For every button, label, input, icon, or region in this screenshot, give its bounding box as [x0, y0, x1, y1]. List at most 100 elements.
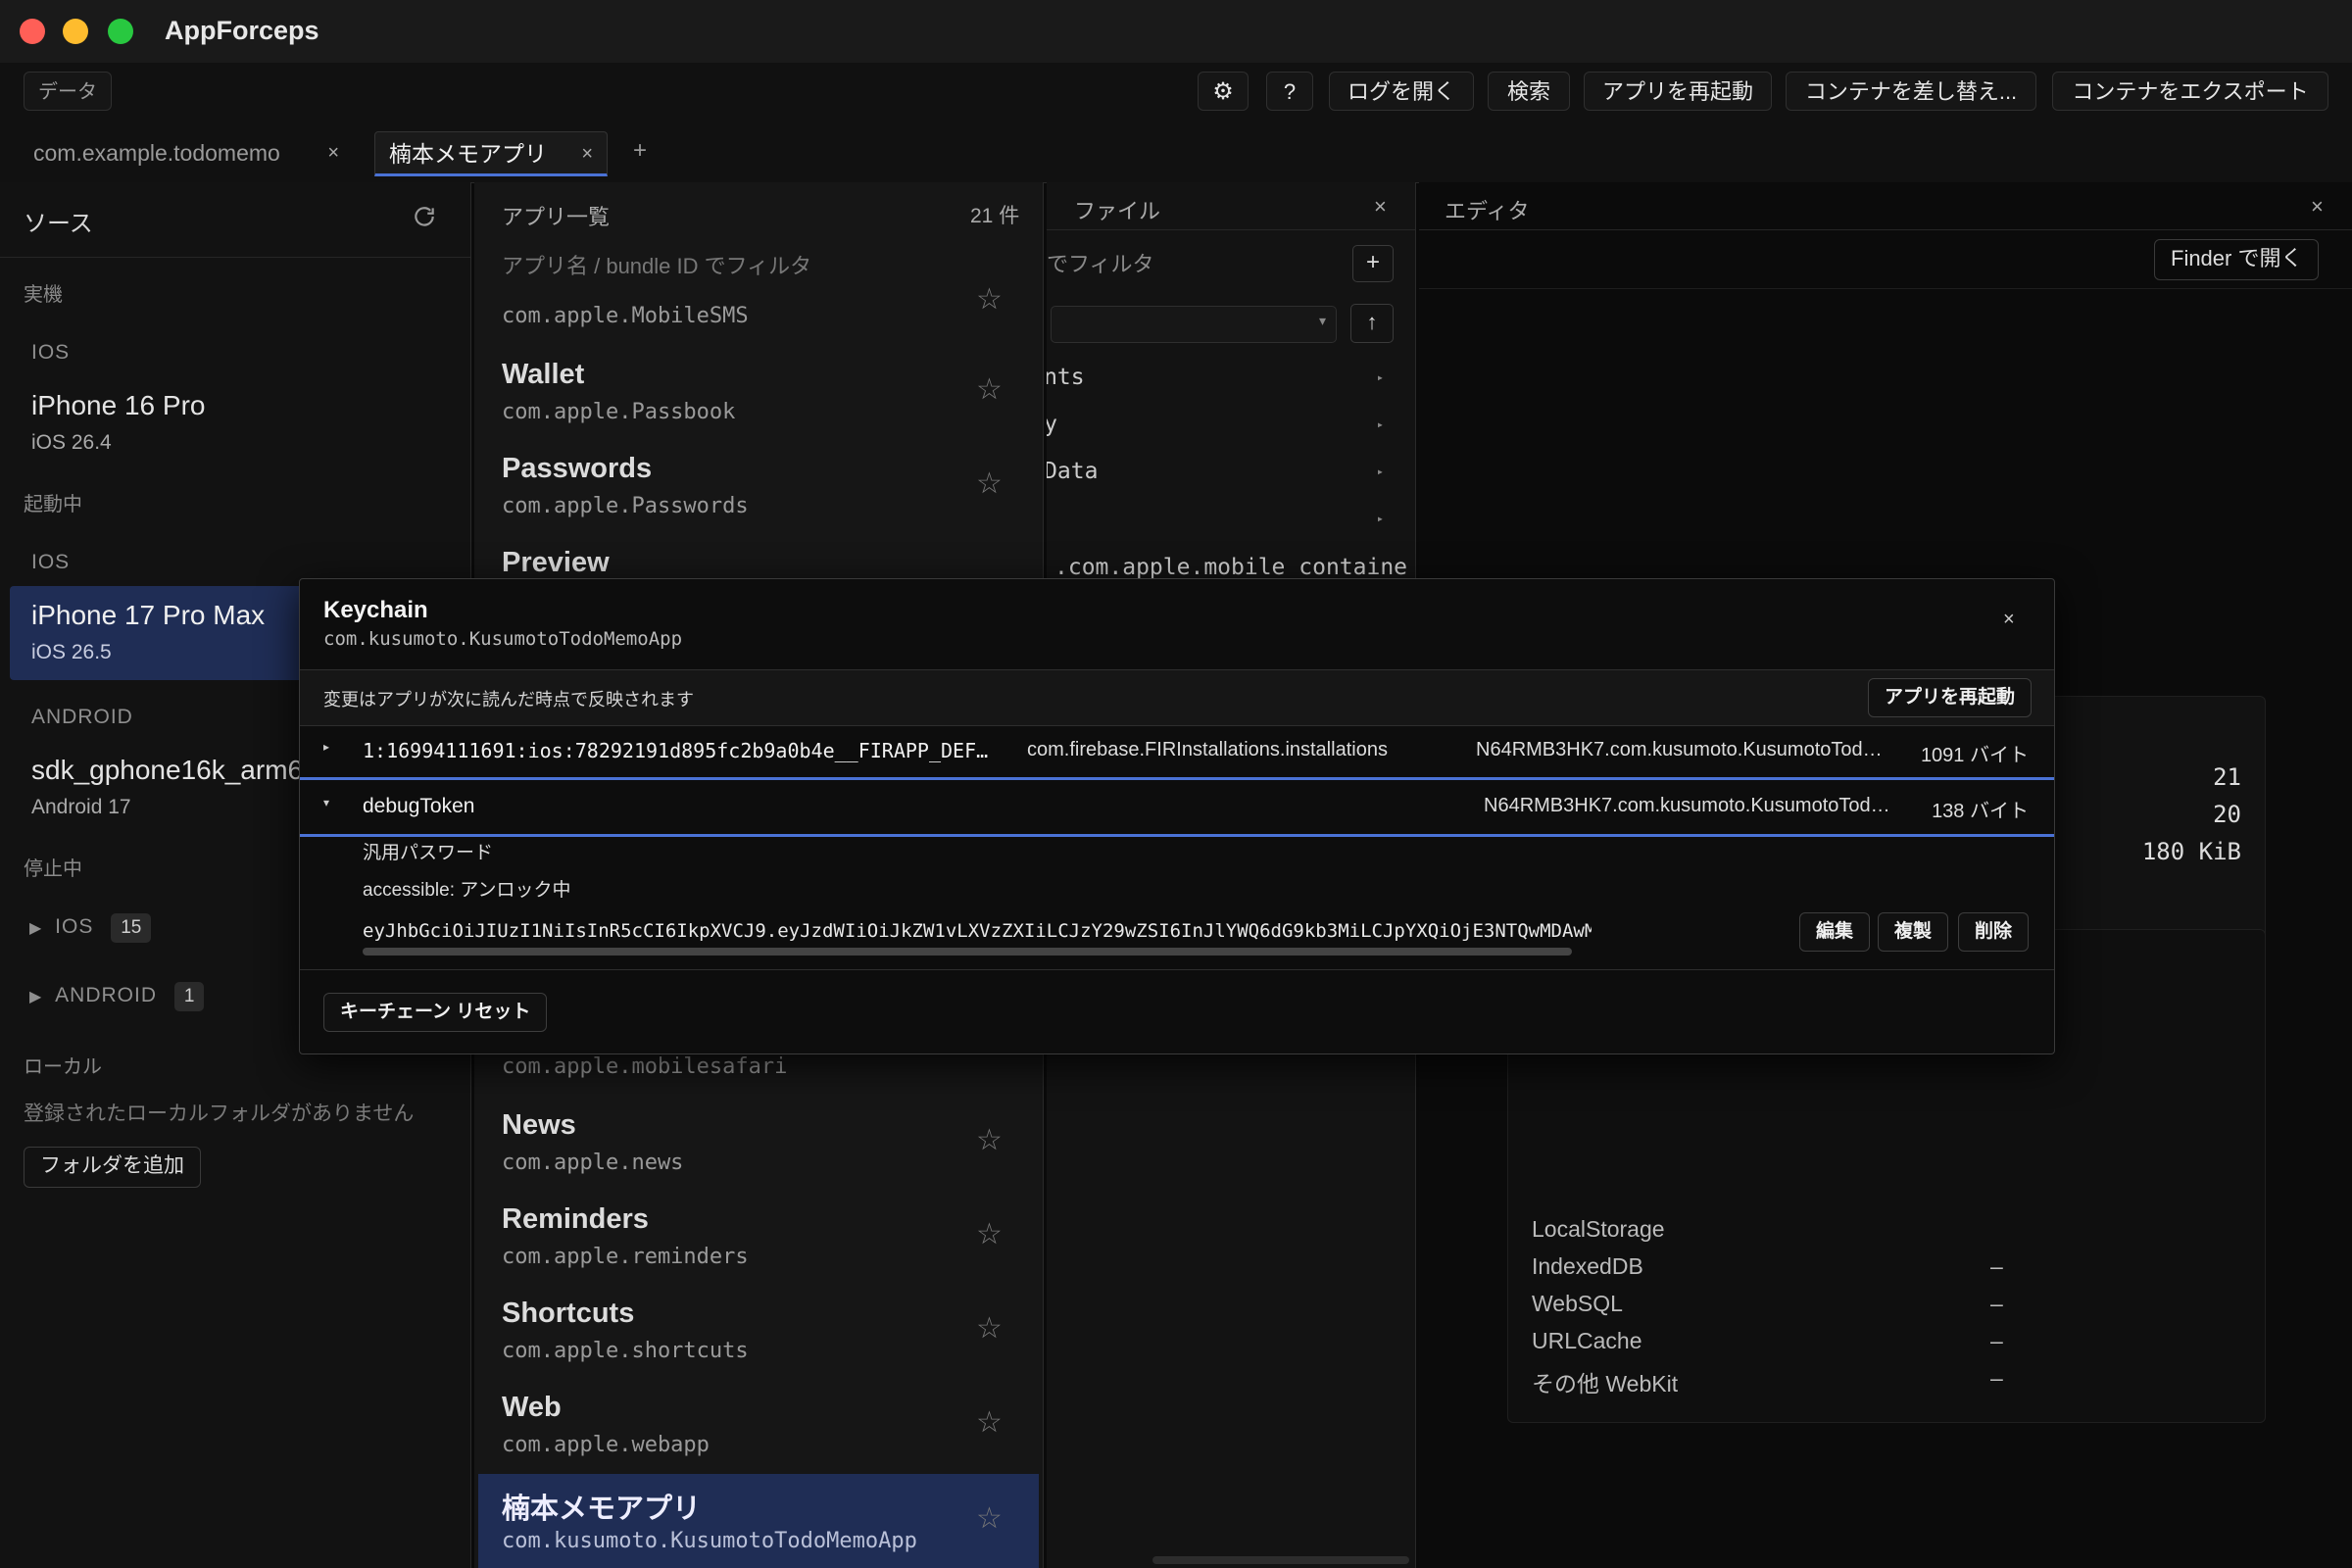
file-row[interactable]: SystemData ▸: [1047, 459, 1384, 484]
star-icon[interactable]: ☆: [976, 466, 1003, 501]
file-row[interactable]: Documents ▸: [1047, 365, 1384, 390]
edit-button[interactable]: 編集: [1799, 912, 1871, 952]
zoom-window-button[interactable]: [108, 19, 133, 44]
app-name: Web: [502, 1392, 562, 1423]
restart-app-button[interactable]: アプリを再起動: [1868, 678, 2033, 717]
group-label: IOS: [55, 915, 94, 938]
star-icon[interactable]: ☆: [976, 1123, 1003, 1157]
search-button[interactable]: 検索: [1488, 72, 1570, 111]
device-name: sdk_gphone16k_arm64: [31, 755, 318, 785]
app-name: Wallet: [502, 359, 585, 390]
file-filter-input[interactable]: でフィルタ: [1047, 247, 1154, 278]
chevron-right-icon: ▸: [1376, 417, 1384, 431]
bundle-id: com.apple.mobilesafari: [502, 1054, 788, 1079]
star-icon[interactable]: ☆: [976, 1501, 1003, 1536]
chevron-right-icon: ▶: [29, 989, 42, 1005]
section-stopped: 停止中: [24, 858, 82, 880]
close-window-button[interactable]: [20, 19, 45, 44]
duplicate-button[interactable]: 複製: [1878, 912, 1949, 952]
item-value[interactable]: eyJhbGciOiJIUzI1NiIsInR5cCI6IkpXVCJ9.eyJ…: [363, 920, 1592, 942]
up-icon[interactable]: ↑: [1350, 304, 1394, 343]
app-count: 21 件: [970, 205, 1020, 227]
help-button[interactable]: ?: [1266, 72, 1313, 111]
app-filter-input[interactable]: アプリ名 / bundle ID でフィルタ: [490, 247, 1027, 286]
panel-title: アプリ一覧: [502, 205, 611, 229]
bundle-id: com.apple.Passwords: [502, 494, 749, 518]
close-icon[interactable]: ×: [327, 131, 339, 174]
keychain-row[interactable]: ▸ 1:16994111691:ios:78292191d895fc2b9a0b…: [300, 726, 2054, 780]
stat-value: 20: [2213, 801, 2241, 828]
dialog-subtitle: com.kusumoto.KusumotoTodoMemoApp: [323, 628, 683, 650]
stat-value: 180 KiB: [2141, 838, 2241, 865]
scrollbar[interactable]: [363, 948, 1572, 956]
item-account: debugToken: [363, 795, 475, 817]
refresh-icon[interactable]: [412, 204, 437, 234]
keychain-row-expanded[interactable]: ▾ debugToken N64RMB3HK7.com.kusumoto.Kus…: [300, 781, 2054, 837]
minimize-window-button[interactable]: [63, 19, 88, 44]
gear-icon[interactable]: ⚙: [1198, 72, 1249, 111]
file-row[interactable]: .com.apple.mobile_container_manager: [1054, 555, 1407, 580]
tab-kusumoto-memo[interactable]: 楠本メモアプリ ×: [374, 131, 608, 176]
section-local: ローカル: [24, 1056, 102, 1078]
chevron-down-icon: ▾: [1318, 313, 1326, 328]
app-name: Shortcuts: [502, 1298, 635, 1329]
close-icon[interactable]: ×: [2003, 609, 2015, 631]
close-icon[interactable]: ×: [581, 132, 593, 175]
item-type: 汎用パスワード: [363, 843, 494, 863]
bundle-id: com.apple.reminders: [502, 1245, 749, 1269]
scrollbar[interactable]: [1152, 1556, 1409, 1564]
data-menu-button[interactable]: データ: [24, 72, 112, 111]
item-access-group: N64RMB3HK7.com.kusumoto.KusumotoTod…: [1476, 739, 1883, 760]
star-icon[interactable]: ☆: [976, 1217, 1003, 1251]
storage-value: –: [1990, 1253, 2003, 1279]
device-name: iPhone 16 Pro: [31, 390, 206, 420]
item-accessible: accessible: アンロック中: [363, 880, 571, 901]
list-item-selected[interactable]: 楠本メモアプリ com.kusumoto.KusumotoTodoMemoApp…: [478, 1474, 1039, 1568]
replace-container-button[interactable]: コンテナを差し替え...: [1786, 72, 2036, 111]
app-title: AppForceps: [165, 16, 319, 45]
storage-label: WebSQL: [1532, 1291, 1623, 1316]
delete-button[interactable]: 削除: [1958, 912, 2030, 952]
restart-app-button[interactable]: アプリを再起動: [1584, 72, 1772, 111]
export-container-button[interactable]: コンテナをエクスポート: [2052, 72, 2328, 111]
file-row[interactable]: Library ▸: [1047, 412, 1384, 437]
star-icon[interactable]: ☆: [976, 1405, 1003, 1440]
count-badge: 1: [173, 982, 205, 1011]
dialog-title: Keychain: [323, 597, 428, 623]
close-icon[interactable]: ×: [1374, 194, 1387, 220]
star-icon[interactable]: ☆: [976, 282, 1003, 317]
title-bar: AppForceps: [0, 0, 2352, 63]
tab-todomemo[interactable]: com.example.todomemo ×: [20, 131, 353, 176]
add-folder-button[interactable]: フォルダを追加: [24, 1147, 201, 1188]
item-account: 1:16994111691:ios:78292191d895fc2b9a0b4e…: [363, 739, 989, 762]
close-icon[interactable]: ×: [2311, 194, 2324, 220]
file-name: .com.apple.mobile_container_manager: [1054, 555, 1407, 580]
storage-value: –: [1990, 1291, 2003, 1316]
open-log-button[interactable]: ログを開く: [1329, 72, 1474, 111]
platform-ios: IOS: [31, 551, 71, 573]
device-os: Android 17: [31, 796, 131, 818]
path-select[interactable]: ▾: [1051, 306, 1337, 343]
bundle-id: com.apple.news: [502, 1151, 684, 1175]
tab-label: com.example.todomemo: [33, 140, 280, 166]
stopped-android-group[interactable]: ▶ ANDROID 1: [29, 982, 205, 1011]
open-in-finder-button[interactable]: Finder で開く: [2154, 239, 2320, 280]
item-size: 138 バイト: [1932, 801, 2029, 822]
star-icon[interactable]: ☆: [976, 372, 1003, 407]
bundle-id: com.apple.Passbook: [502, 400, 736, 424]
stopped-ios-group[interactable]: ▶ IOS 15: [29, 913, 152, 943]
sidebar-title: ソース: [24, 211, 93, 237]
section-real-devices: 実機: [24, 284, 63, 306]
item-access-group: N64RMB3HK7.com.kusumoto.KusumotoTod…: [1484, 795, 1890, 816]
reset-keychain-button[interactable]: キーチェーン リセット: [323, 993, 548, 1032]
platform-android: ANDROID: [31, 706, 133, 728]
storage-label: その他 WebKit: [1532, 1371, 1679, 1396]
divider: [300, 969, 2054, 970]
device-os: iOS 26.4: [31, 431, 112, 454]
add-tab-button[interactable]: +: [633, 137, 647, 165]
device-name: iPhone 17 Pro Max: [31, 600, 266, 630]
star-icon[interactable]: ☆: [976, 1311, 1003, 1346]
count-badge: 15: [111, 913, 152, 943]
add-button[interactable]: +: [1352, 245, 1394, 282]
bundle-id: com.apple.MobileSMS: [502, 304, 749, 328]
